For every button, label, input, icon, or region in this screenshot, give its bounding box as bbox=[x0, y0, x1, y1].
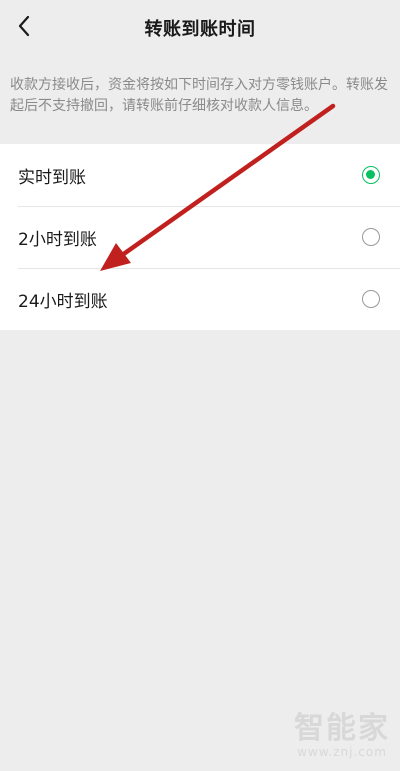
transfer-notice-text: 收款方接收后，资金将按如下时间存入对方零钱账户。转账发起后不支持撤回，请转账前仔… bbox=[10, 77, 388, 114]
page-title: 转账到账时间 bbox=[144, 19, 256, 40]
nav-bar: 转账到账时间 bbox=[0, 0, 400, 56]
option-realtime[interactable]: 实时到账 bbox=[0, 144, 400, 206]
radio-unchecked-icon[interactable] bbox=[362, 290, 380, 308]
radio-unchecked-icon[interactable] bbox=[362, 228, 380, 246]
radio-checked-icon[interactable] bbox=[362, 166, 380, 184]
option-label: 2小时到账 bbox=[18, 229, 97, 250]
option-24-hours[interactable]: 24小时到账 bbox=[0, 268, 400, 330]
option-2-hours[interactable]: 2小时到账 bbox=[0, 206, 400, 268]
option-label: 实时到账 bbox=[18, 167, 86, 188]
watermark-logo: 智能家 bbox=[294, 711, 390, 746]
watermark-top: 智能家 bbox=[294, 703, 390, 747]
watermark: 智能家 www.znj.com bbox=[294, 703, 390, 759]
transfer-arrival-time-page: 转账到账时间 收款方接收后，资金将按如下时间存入对方零钱账户。转账发起后不支持撤… bbox=[0, 0, 400, 771]
option-label: 24小时到账 bbox=[18, 291, 108, 312]
watermark-url: www.znj.com bbox=[297, 745, 387, 759]
arrival-time-options: 实时到账 2小时到账 24小时到账 bbox=[0, 144, 400, 330]
